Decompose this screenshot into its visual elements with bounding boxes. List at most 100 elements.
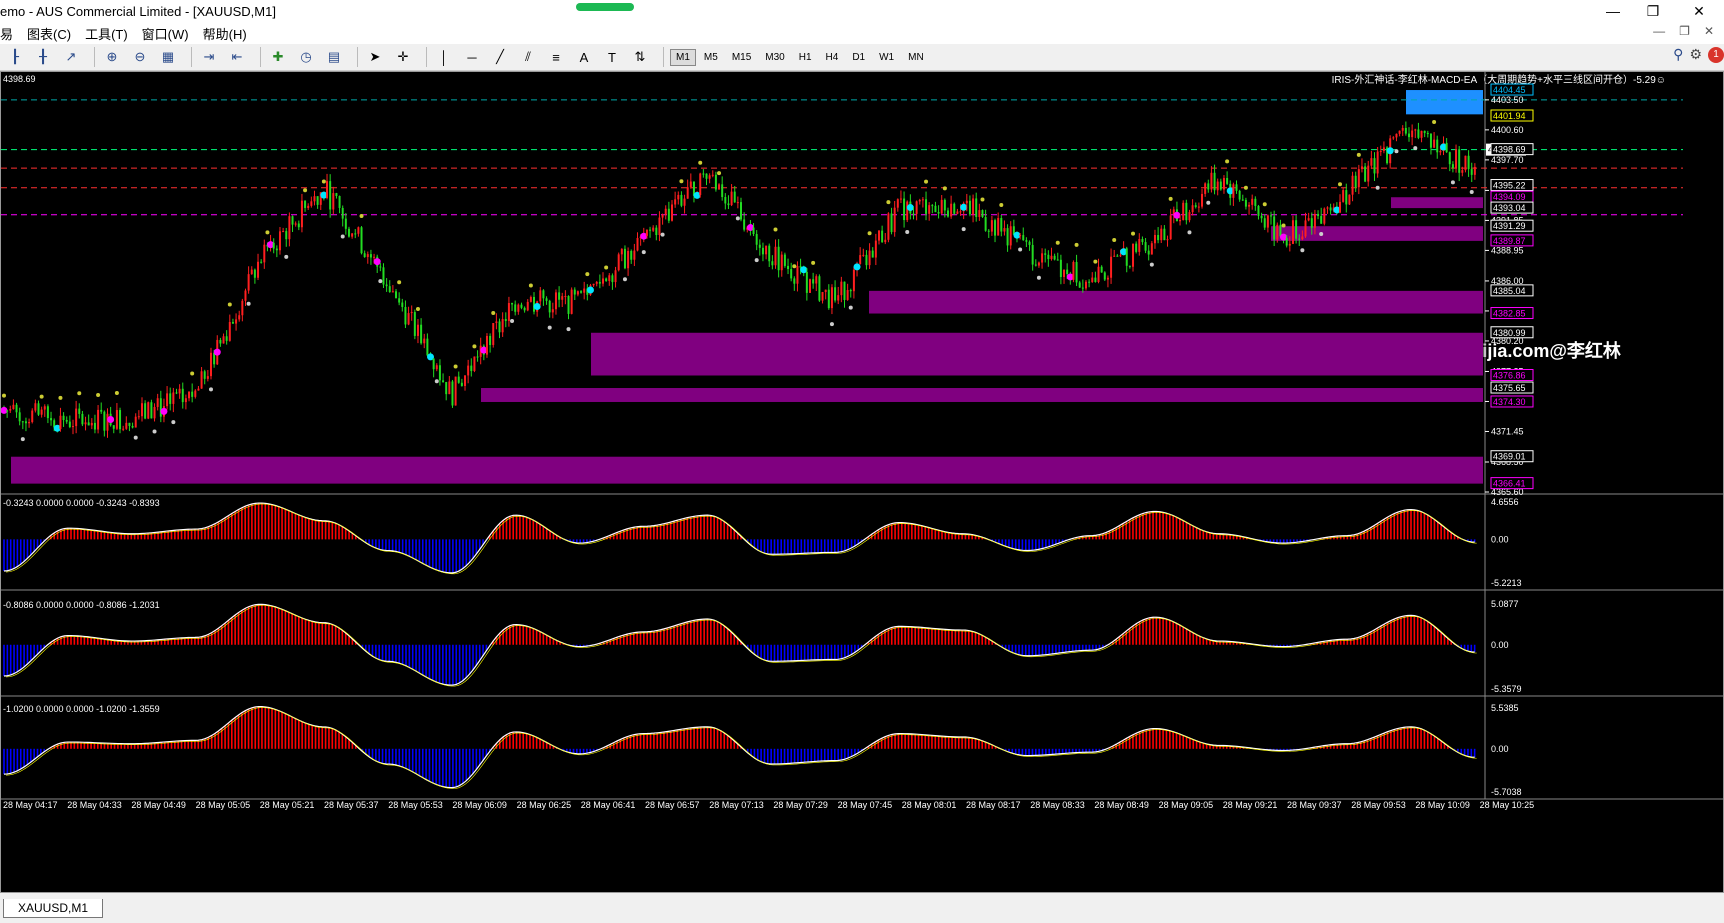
candle-body (231, 322, 234, 324)
hline-icon[interactable]: ─ (461, 46, 483, 68)
fibo-icon[interactable]: ≡ (545, 46, 567, 68)
candle-body (498, 321, 501, 333)
mdi-minimize-icon[interactable]: — (1653, 24, 1665, 38)
timeframe-h1[interactable]: H1 (793, 49, 818, 66)
periods-icon[interactable]: ◷ (295, 46, 317, 68)
candle-body (1031, 244, 1034, 265)
zoom-out-icon[interactable]: ⊖ (129, 46, 151, 68)
candle-body (1138, 239, 1141, 252)
menu-charts[interactable]: 图表(C) (27, 24, 85, 43)
fractal-marker (1036, 275, 1041, 280)
candle-body (285, 231, 288, 240)
menu-tools[interactable]: 工具(T) (85, 24, 142, 43)
tile-icon[interactable]: ▦ (157, 46, 179, 68)
notification-badge[interactable]: 1 (1708, 46, 1724, 63)
timeframe-m15[interactable]: M15 (726, 49, 757, 66)
arrows-icon[interactable]: ⇅ (629, 46, 651, 68)
fractal-marker (491, 310, 496, 315)
candle-body (1147, 250, 1150, 255)
candle-body (50, 418, 53, 421)
candle-body (1188, 212, 1191, 221)
candle-body (310, 201, 313, 206)
timeframe-m1[interactable]: M1 (670, 48, 696, 66)
zoom-in-icon[interactable]: ⊕ (101, 46, 123, 68)
chart-canvas[interactable]: 4398.69 IRIS-外汇神话-李红林-MACD-EA（大周期趋势+水平三线… (0, 72, 1723, 892)
mdi-close-icon[interactable]: ✕ (1704, 24, 1714, 38)
vline-icon[interactable]: │ (433, 46, 455, 68)
cursor-icon[interactable]: ➤ (364, 46, 386, 68)
candle-body (388, 286, 391, 292)
bar-chart-icon[interactable]: ┠ (4, 46, 26, 68)
level-label: 4393.04 (1493, 203, 1526, 213)
candle-body (733, 191, 736, 203)
timeframe-mn[interactable]: MN (902, 49, 930, 66)
candle-body (598, 281, 601, 284)
scroll-icon[interactable]: ⇥ (198, 46, 220, 68)
candle-body (100, 409, 103, 412)
crosshair-icon[interactable]: ✛ (392, 46, 414, 68)
fractal-marker (378, 279, 383, 284)
candle-body (1382, 147, 1385, 152)
line-chart-icon[interactable]: ↗ (60, 46, 82, 68)
candle-body (1153, 234, 1156, 244)
candle-body (357, 227, 360, 234)
level-label: 4375.65 (1493, 383, 1526, 393)
candle-body (188, 391, 191, 399)
candle-body (583, 288, 586, 293)
fractal-marker (1300, 248, 1305, 253)
menu-window[interactable]: 窗口(W) (142, 24, 203, 43)
close-button[interactable]: ✕ (1676, 0, 1722, 22)
candle-body (1329, 207, 1332, 211)
fractal-marker (811, 260, 816, 265)
chart-window[interactable]: 4398.69 IRIS-外汇神话-李红林-MACD-EA（大周期趋势+水平三线… (0, 71, 1724, 893)
candle-body (1128, 265, 1131, 267)
fractal-marker (265, 230, 270, 235)
candle-body (658, 217, 661, 235)
level-label: 4374.30 (1493, 397, 1526, 407)
candle-body (1194, 205, 1197, 207)
macd-header: -0.8086 0.0000 0.0000 -0.8086 -1.2031 (3, 600, 160, 610)
candle-body (680, 194, 683, 206)
candle-body (884, 239, 887, 243)
fractal-marker (848, 305, 853, 310)
mdi-restore-icon[interactable]: ❐ (1679, 24, 1690, 38)
menu-help[interactable]: 帮助(H) (203, 24, 261, 43)
indicators-icon[interactable]: ✚ (267, 46, 289, 68)
candlestick-icon[interactable]: ╂ (32, 46, 54, 68)
menu-trade[interactable]: 易 (0, 24, 27, 43)
candle-body (12, 404, 15, 410)
level-label: 4395.22 (1493, 181, 1526, 191)
settings-icon[interactable]: ⚙ (1689, 46, 1702, 63)
candle-body (677, 194, 680, 200)
label-icon[interactable]: T (601, 46, 623, 68)
templates-icon[interactable]: ▤ (323, 46, 345, 68)
candle-body (790, 269, 793, 279)
timeframe-w1[interactable]: W1 (873, 49, 900, 66)
signal-dot (373, 258, 381, 266)
timeframe-h4[interactable]: H4 (820, 49, 845, 66)
search-icon[interactable]: ⚲ (1673, 46, 1683, 63)
candle-body (1401, 127, 1404, 131)
channel-icon[interactable]: ⫽ (517, 46, 539, 68)
macd-header: -0.3243 0.0000 0.0000 -0.3243 -0.8393 (3, 498, 160, 508)
fractal-marker (698, 160, 703, 165)
shift-icon[interactable]: ⇤ (226, 46, 248, 68)
time-tick-label: 28 May 04:33 (67, 800, 122, 810)
timeframe-m30[interactable]: M30 (759, 49, 790, 66)
timeframe-d1[interactable]: D1 (846, 49, 871, 66)
timeframe-m5[interactable]: M5 (698, 49, 724, 66)
candle-body (514, 304, 517, 312)
candle-body (846, 290, 849, 300)
level-label: 4404.45 (1493, 85, 1526, 95)
signal-dot (107, 416, 115, 424)
tab-xauusd-m1[interactable]: XAUUSD,M1 (3, 899, 103, 918)
candle-body (1254, 198, 1257, 206)
trendline-icon[interactable]: ╱ (489, 46, 511, 68)
restore-button[interactable]: ❐ (1630, 0, 1676, 22)
macd-tick-label: 5.5385 (1491, 703, 1519, 713)
candle-body (1160, 228, 1163, 241)
text-icon[interactable]: A (573, 46, 595, 68)
candle-body (1201, 193, 1204, 207)
candle-body (416, 324, 419, 336)
toolbar: ┠ ╂ ↗ ⊕ ⊖ ▦ ⇥ ⇤ ✚ ◷ ▤ ➤ ✛ │ ─ ╱ ⫽ ≡ A T … (0, 44, 1724, 71)
